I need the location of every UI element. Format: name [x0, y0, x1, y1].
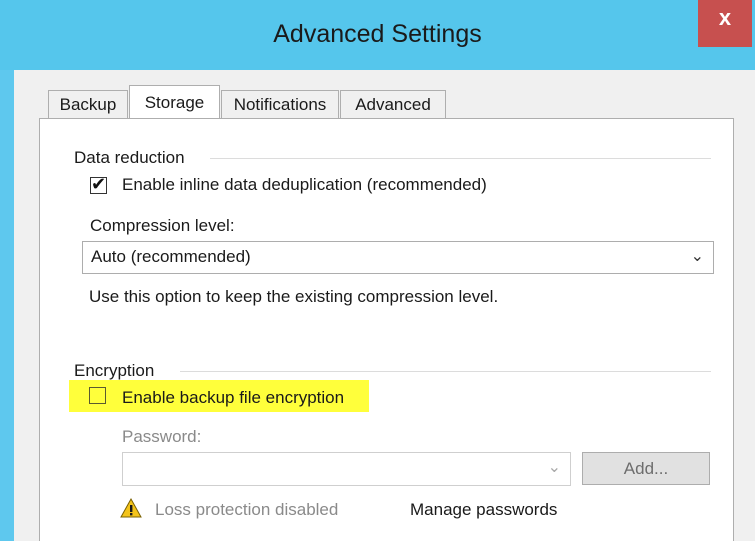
tab-storage[interactable]: Storage — [129, 85, 220, 118]
group-divider — [180, 371, 711, 372]
password-select[interactable]: ⌄ — [122, 452, 571, 486]
add-password-button[interactable]: Add... — [582, 452, 710, 485]
password-label: Password: — [122, 427, 202, 446]
tab-advanced[interactable]: Advanced — [340, 90, 446, 118]
dedup-label: Enable inline data deduplication (recomm… — [122, 175, 487, 194]
encryption-enable-label: Enable backup file encryption — [122, 388, 345, 407]
close-icon: x — [718, 5, 732, 30]
encryption-checkbox[interactable] — [89, 387, 106, 404]
close-button[interactable]: x — [698, 0, 752, 47]
group-divider — [210, 158, 711, 159]
tab-notifications[interactable]: Notifications — [221, 90, 339, 118]
compression-level-select[interactable]: Auto (recommended) ⌄ — [82, 241, 714, 274]
manage-passwords-link[interactable]: Manage passwords — [410, 500, 557, 520]
compression-level-value: Auto (recommended) — [91, 247, 251, 266]
compression-hint: Use this option to keep the existing com… — [89, 287, 499, 306]
checkmark-icon: ✔ — [91, 174, 107, 194]
window-frame-left — [0, 70, 14, 541]
warning-icon — [120, 497, 142, 518]
title-bar: Advanced Settings — [0, 0, 755, 70]
encryption-group-label: Encryption — [74, 361, 155, 380]
loss-protection-status: Loss protection disabled — [155, 500, 339, 519]
chevron-down-icon: ⌄ — [690, 248, 704, 265]
window-title: Advanced Settings — [273, 20, 482, 48]
data-reduction-group-label: Data reduction — [74, 148, 185, 167]
compression-level-label: Compression level: — [90, 216, 235, 235]
tab-backup[interactable]: Backup — [48, 90, 128, 118]
dedup-checkbox[interactable]: ✔ — [90, 174, 107, 194]
chevron-down-icon: ⌄ — [547, 459, 561, 476]
